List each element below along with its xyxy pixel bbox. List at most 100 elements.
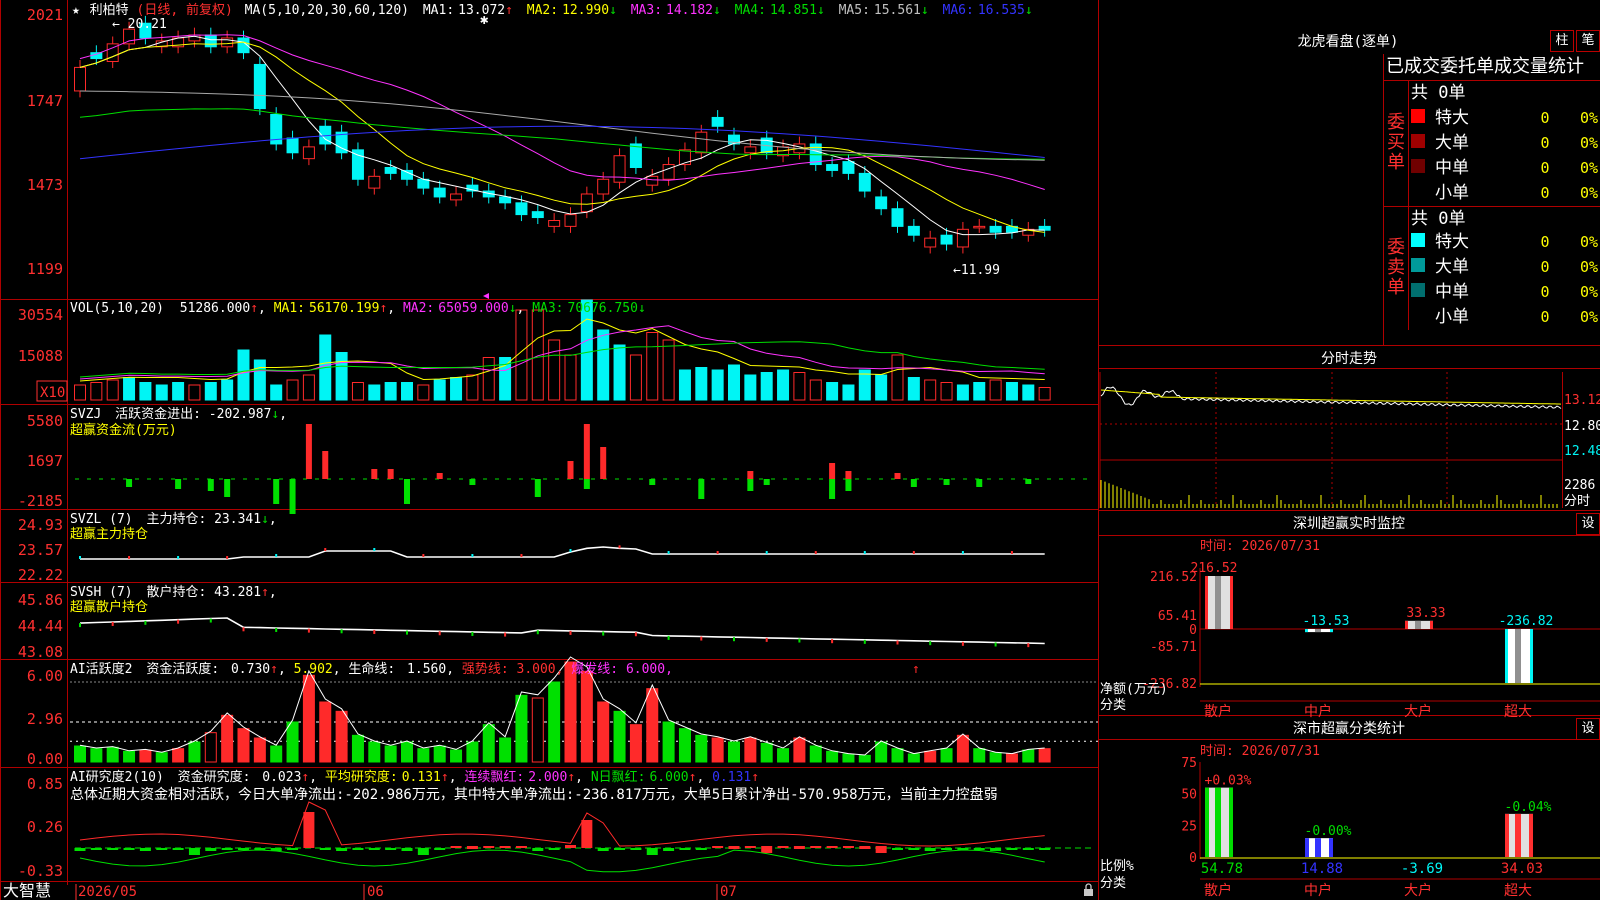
- svsh-tick[interactable]: [994, 642, 997, 647]
- candle[interactable]: [351, 142, 364, 186]
- ai1-bar[interactable]: [482, 724, 495, 763]
- candle[interactable]: [548, 213, 561, 233]
- svsh-tick[interactable]: [831, 639, 834, 644]
- candle[interactable]: [74, 60, 86, 98]
- svsh-tick[interactable]: [569, 630, 572, 635]
- monitor-bar[interactable]: [1205, 576, 1233, 629]
- svzl-tick[interactable]: [324, 548, 327, 551]
- volume-bar[interactable]: [139, 382, 152, 401]
- ai2-bar-pos[interactable]: [565, 845, 576, 848]
- svzj-bar-neg[interactable]: [649, 479, 656, 485]
- candle[interactable]: [368, 168, 381, 195]
- volume-bar[interactable]: [842, 384, 855, 401]
- ai1-bar[interactable]: [384, 745, 397, 763]
- candle[interactable]: [302, 139, 315, 166]
- ai2-bar-neg[interactable]: [319, 848, 331, 850]
- ai1-bar[interactable]: [237, 728, 250, 763]
- ai2-bar-neg[interactable]: [663, 848, 675, 851]
- ai1-bar[interactable]: [531, 697, 544, 763]
- ai1-bar[interactable]: [629, 724, 642, 763]
- classify-chart[interactable]: 75 50 25 0 +0.03% 54.78 散户 -0.00% 14.88 中户 -3.69 大户…: [1181, 756, 1600, 899]
- ai2-bar-neg[interactable]: [499, 846, 511, 848]
- volume-bar[interactable]: [1005, 382, 1018, 401]
- monitor-bar[interactable]: [1305, 629, 1333, 633]
- ai2-bar-neg[interactable]: [401, 848, 413, 851]
- svzl-tick[interactable]: [765, 551, 768, 554]
- ai1-bar[interactable]: [499, 737, 512, 763]
- volume-bar[interactable]: [466, 374, 479, 401]
- candle[interactable]: [384, 160, 397, 180]
- volume-bar[interactable]: [335, 352, 348, 401]
- svzj-bar-neg[interactable]: [845, 479, 852, 491]
- svzj-bar-pos[interactable]: [322, 451, 329, 479]
- stock-name[interactable]: 利柏特: [90, 3, 129, 18]
- candle[interactable]: [106, 36, 119, 68]
- ai1-bar[interactable]: [368, 741, 381, 763]
- svsh-tick[interactable]: [177, 619, 180, 624]
- volume-bar[interactable]: [760, 372, 773, 401]
- ai1-bar[interactable]: [204, 732, 217, 763]
- volume-bar[interactable]: [728, 364, 740, 401]
- svzl-tick[interactable]: [79, 556, 81, 559]
- ai2-bar-neg[interactable]: [1039, 848, 1051, 850]
- ai1-bar[interactable]: [286, 721, 299, 763]
- ai1-bar[interactable]: [1038, 748, 1051, 763]
- svzl-tick[interactable]: [471, 554, 474, 557]
- svzj-bar-neg[interactable]: [829, 479, 836, 499]
- svzj-bar-neg[interactable]: [534, 479, 541, 497]
- ai1-bar[interactable]: [826, 750, 839, 763]
- candle[interactable]: [450, 186, 463, 207]
- intraday-chart[interactable]: [1099, 372, 1563, 508]
- volume-bar[interactable]: [74, 384, 86, 401]
- candle[interactable]: [891, 201, 904, 233]
- svzl-tick[interactable]: [422, 554, 425, 557]
- svzj-bar-pos[interactable]: [600, 447, 607, 479]
- volume-bar[interactable]: [286, 379, 299, 401]
- ai1-bar[interactable]: [580, 670, 593, 763]
- candle[interactable]: [564, 207, 577, 233]
- ai2-bar-neg[interactable]: [924, 848, 936, 851]
- ai2-bar-neg[interactable]: [646, 848, 658, 855]
- svzj-bar-neg[interactable]: [224, 479, 231, 497]
- svsh-chart[interactable]: [79, 617, 1045, 648]
- candle[interactable]: [286, 130, 299, 160]
- svzj-bar-neg[interactable]: [273, 479, 280, 504]
- candle[interactable]: [499, 189, 512, 210]
- svsh-tick[interactable]: [765, 637, 768, 642]
- ai1-bar[interactable]: [793, 737, 806, 763]
- candle[interactable]: [531, 204, 544, 225]
- ai2-bar-neg[interactable]: [172, 848, 184, 850]
- candle[interactable]: [1005, 219, 1018, 239]
- volume-bar[interactable]: [793, 372, 806, 401]
- ai2-bar-neg[interactable]: [205, 848, 217, 851]
- svsh-tick[interactable]: [667, 635, 670, 640]
- svsh-tick[interactable]: [1027, 643, 1030, 648]
- svzl-tick[interactable]: [814, 551, 817, 554]
- svzj-bar-pos[interactable]: [845, 471, 852, 479]
- volume-bar[interactable]: [90, 382, 103, 401]
- svsh-tick[interactable]: [536, 630, 539, 635]
- ai1-bar[interactable]: [319, 701, 332, 763]
- svzj-bar-pos[interactable]: [371, 469, 378, 479]
- tick-view-button[interactable]: 笔: [1576, 30, 1600, 52]
- lock-icon[interactable]: [1084, 883, 1093, 896]
- monitor-bar[interactable]: [1505, 629, 1533, 683]
- svsh-tick[interactable]: [209, 618, 212, 623]
- ai2-bar-neg[interactable]: [156, 848, 168, 850]
- volume-bar[interactable]: [809, 379, 822, 401]
- svsh-tick[interactable]: [863, 639, 866, 644]
- ai2-bar-pos[interactable]: [303, 812, 315, 848]
- svzj-bar-neg[interactable]: [698, 479, 705, 499]
- volume-bar[interactable]: [597, 329, 610, 401]
- ai1-bar[interactable]: [940, 748, 953, 763]
- ai1-bar[interactable]: [1005, 753, 1018, 763]
- candle[interactable]: [433, 180, 446, 204]
- candle[interactable]: [417, 171, 430, 195]
- ai1-bar[interactable]: [809, 745, 822, 763]
- candle[interactable]: [956, 221, 969, 254]
- ai2-bar-neg[interactable]: [712, 846, 724, 848]
- ai2-bar-neg[interactable]: [614, 848, 626, 850]
- ai2-bar-neg[interactable]: [221, 848, 233, 850]
- volume-bar[interactable]: [744, 374, 757, 401]
- svzj-bar-neg[interactable]: [126, 479, 133, 487]
